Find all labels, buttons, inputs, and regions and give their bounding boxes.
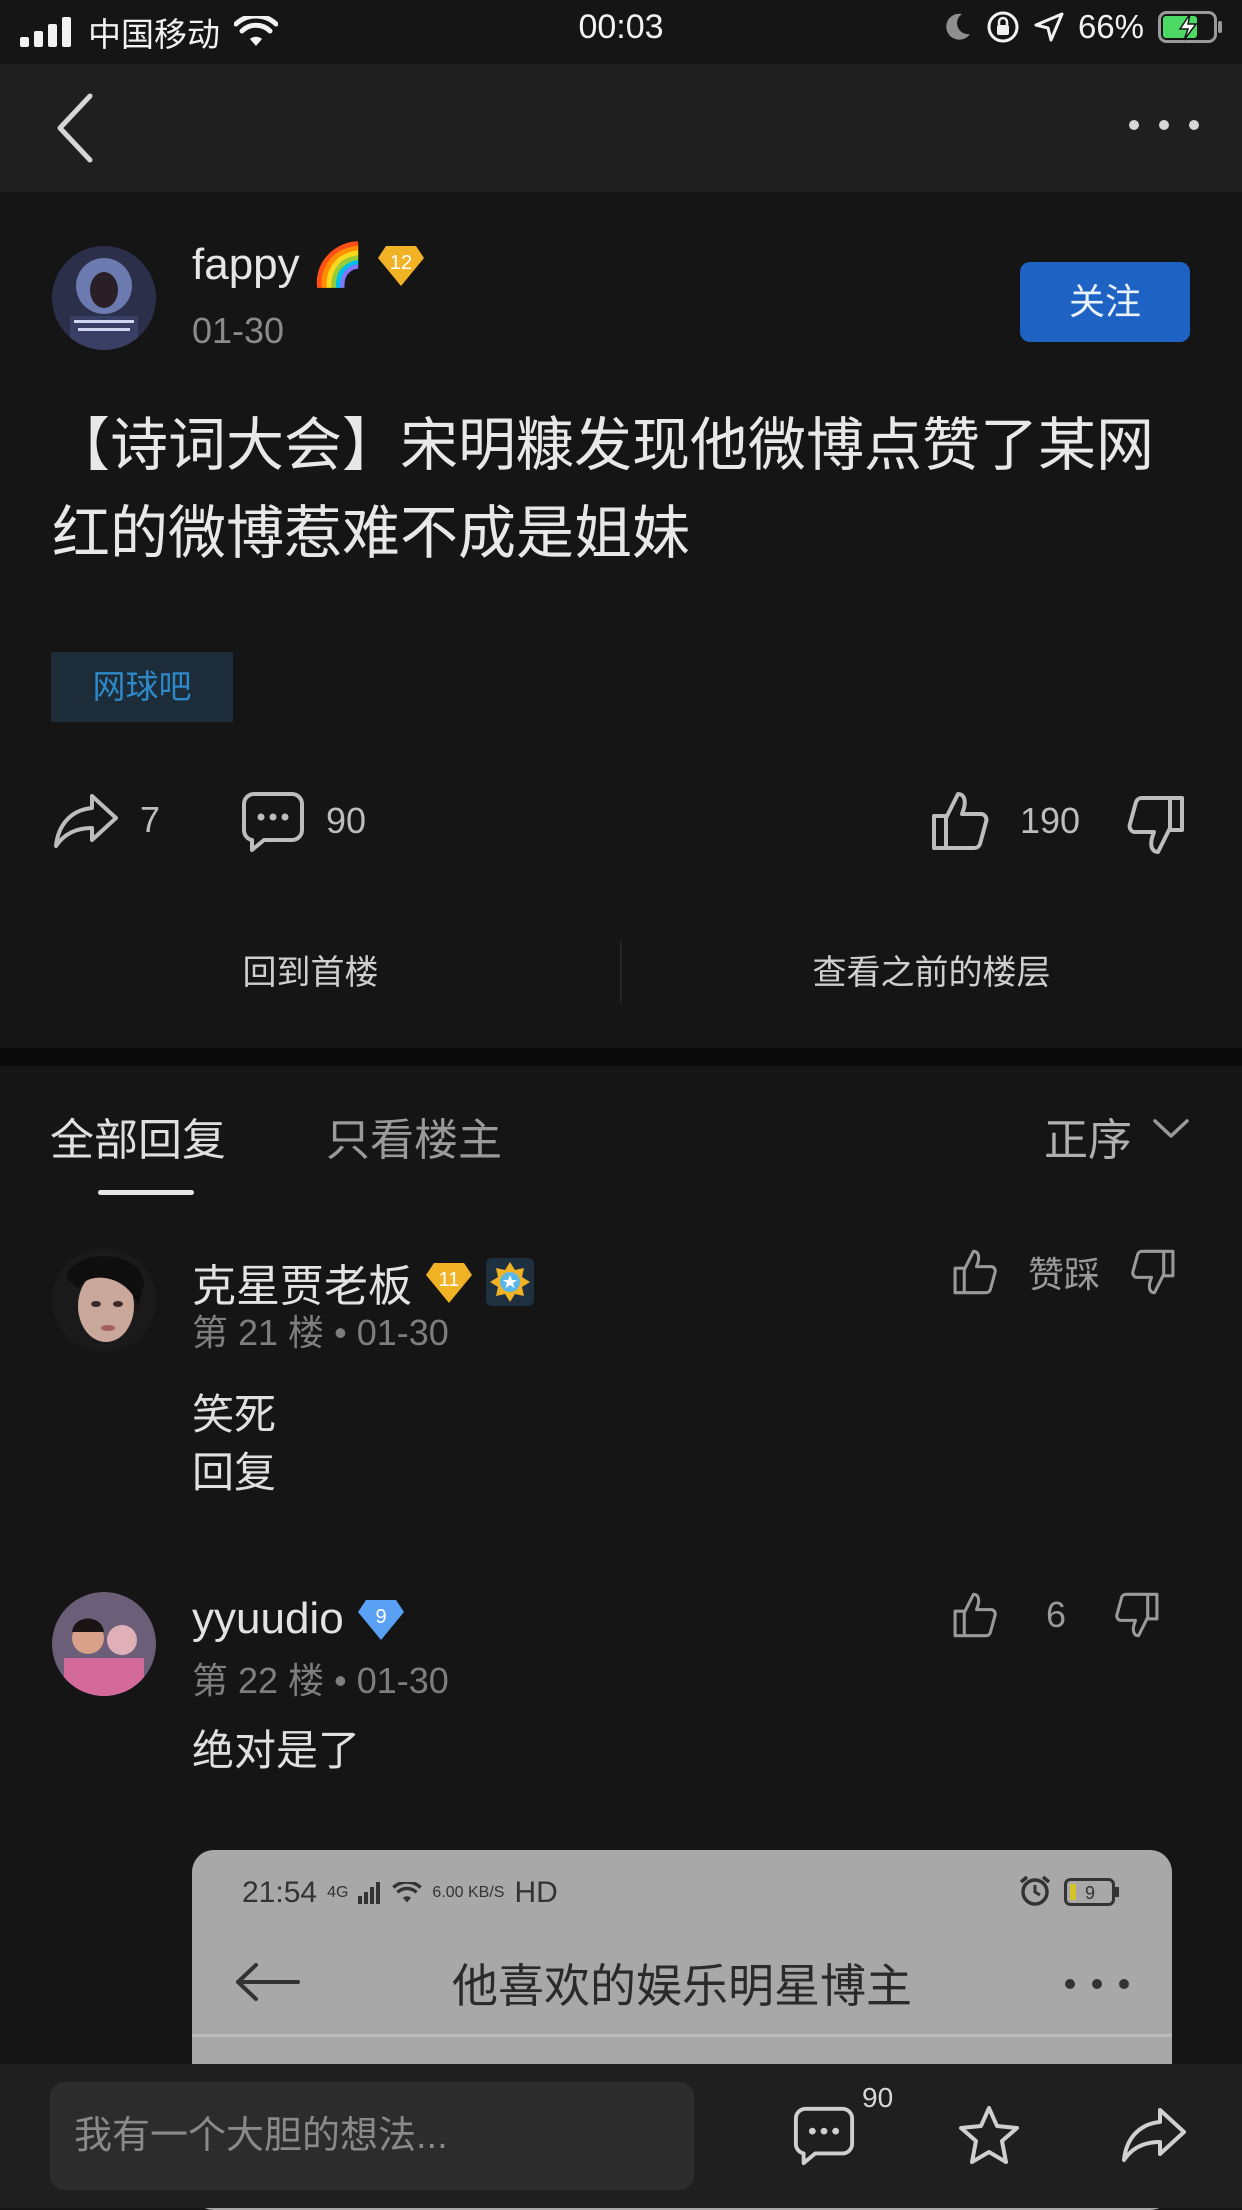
reply-author-level: 9 <box>375 1606 386 1628</box>
level-badge-gold-icon: 11 <box>426 1263 472 1303</box>
level-badge-blue-icon: 9 <box>357 1600 404 1640</box>
wifi-icon <box>392 1882 423 1903</box>
tab-all-replies[interactable]: 全部回复 <box>50 1104 226 1168</box>
section-separator <box>0 1048 1242 1066</box>
thumbs-down-icon[interactable] <box>1114 1590 1160 1640</box>
author-level: 12 <box>390 252 412 274</box>
thumbs-up-icon <box>932 792 989 850</box>
reply-avatar[interactable] <box>52 1248 156 1352</box>
back-to-first-floor-link[interactable]: 回到首楼 <box>0 928 621 1018</box>
reply-content: 笑死 回复 <box>192 1386 276 1502</box>
comment-action[interactable]: 90 <box>240 790 366 852</box>
reply-floor: 第 22 楼 <box>192 1660 325 1701</box>
navigation-bar <box>0 64 1242 192</box>
floor-divider <box>620 942 622 1002</box>
share-action[interactable]: 7 <box>52 790 160 850</box>
location-icon <box>1034 12 1064 42</box>
thumbs-up-icon[interactable] <box>952 1247 998 1297</box>
author-name[interactable]: fappy <box>192 240 300 290</box>
post-date: 01-30 <box>192 310 285 351</box>
member-badge-icon <box>486 1258 534 1306</box>
signal-icon <box>358 1882 381 1904</box>
reply-like-area: 6 <box>952 1590 1160 1640</box>
embed-time: 21:54 <box>242 1876 318 1909</box>
reply-input[interactable]: 我有一个大胆的想法... <box>50 2082 694 2190</box>
back-arrow-icon[interactable] <box>40 90 110 166</box>
chevron-down-icon[interactable] <box>1152 1118 1190 1140</box>
rainbow-icon: 🌈 <box>311 240 364 288</box>
forum-tag[interactable]: 网球吧 <box>51 652 233 722</box>
reply-date: 01-30 <box>356 1312 449 1353</box>
reply-text-line: 绝对是了 <box>192 1727 361 1774</box>
battery-percent: 66% <box>1077 8 1144 45</box>
like-action[interactable]: 190 <box>930 790 1080 852</box>
reply-date: 01-30 <box>356 1660 449 1701</box>
embed-speed: 6.00 KB/S <box>432 1884 505 1901</box>
follow-button[interactable]: 关注 <box>1020 262 1190 342</box>
alarm-icon <box>1019 1875 1051 1906</box>
star-icon[interactable] <box>956 2104 1022 2168</box>
comment-icon[interactable] <box>792 2104 856 2166</box>
status-right: 66% <box>944 8 1224 46</box>
thumbs-down-icon[interactable] <box>1130 1247 1176 1297</box>
embed-hd: HD <box>514 1876 558 1909</box>
level-badge-gold-icon: 12 <box>377 246 424 286</box>
reply-content: 绝对是了 <box>192 1722 360 1780</box>
reply-like-label: 赞踩 <box>1028 1254 1101 1295</box>
reply-like-count: 6 <box>1046 1594 1067 1635</box>
reply-avatar[interactable] <box>52 1592 156 1696</box>
comment-icon <box>242 792 304 852</box>
share-icon <box>54 794 118 848</box>
moon-icon <box>946 13 970 40</box>
view-previous-floors-link[interactable]: 查看之前的楼层 <box>621 928 1242 1018</box>
rotation-lock-icon <box>987 11 1019 43</box>
post-title: 【诗词大会】宋明糠发现他微博点赞了某网红的微博惹难不成是姐妹 <box>52 413 1155 566</box>
reply-meta: 第 21 楼 • 01-30 <box>192 1304 449 1356</box>
active-tab-indicator <box>98 1190 194 1195</box>
embed-page-title: 他喜欢的娱乐明星博主 <box>452 1960 912 2012</box>
reply-author-level: 11 <box>439 1269 460 1291</box>
reply-text-line: 回复 <box>192 1449 277 1496</box>
bottom-comment-count: 90 <box>862 2082 894 2113</box>
battery-charging-icon <box>1158 11 1222 43</box>
thumbs-down-icon[interactable] <box>1126 794 1186 856</box>
meta-dot: • <box>334 1660 357 1701</box>
embed-divider <box>192 2034 1172 2037</box>
status-bar: 中国移动 00:03 66% <box>0 0 1242 64</box>
more-icon[interactable] <box>1124 110 1204 140</box>
meta-dot: • <box>334 1312 357 1353</box>
reply-text-line: 笑死 <box>192 1391 277 1438</box>
thumbs-up-icon[interactable] <box>952 1590 998 1640</box>
embed-battery-level: 9 <box>1085 1883 1095 1903</box>
embed-status-bar: 21:54 4G 6.00 KB/S HD <box>242 1876 558 1910</box>
post-actions: 7 90 190 <box>0 790 1242 860</box>
sort-dropdown[interactable]: 正序 <box>1044 1104 1132 1168</box>
reply-meta: 第 22 楼 • 01-30 <box>192 1652 449 1704</box>
reply-like-area: 赞踩 <box>952 1246 1176 1298</box>
battery-icon: 9 <box>1064 1878 1119 1906</box>
reply-author-name[interactable]: yyuudio <box>192 1594 344 1644</box>
author-name-row: fappy 🌈 12 <box>192 240 426 290</box>
like-count: 190 <box>1020 800 1081 841</box>
tab-op-only[interactable]: 只看楼主 <box>326 1104 502 1168</box>
comment-count: 90 <box>326 800 367 841</box>
reply-author-row: yyuudio 9 <box>192 1594 406 1644</box>
share-count: 7 <box>140 799 161 840</box>
more-icon <box>1065 1979 1129 1989</box>
reply-floor: 第 21 楼 <box>192 1312 325 1353</box>
share-icon[interactable] <box>1120 2104 1188 2164</box>
embed-network: 4G <box>327 1884 349 1901</box>
author-avatar[interactable] <box>52 246 156 350</box>
